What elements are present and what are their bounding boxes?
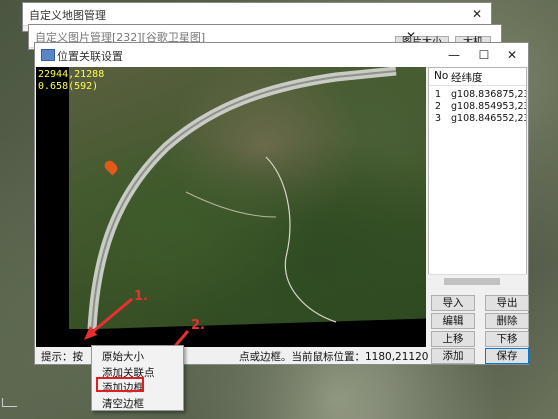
location-association-dialog: 位置关联设置 — ☐ ✕ 22944,21288 0.658(592) No 经… bbox=[34, 42, 529, 365]
list-item[interactable]: 2 g108.854953,23.58622 bbox=[429, 101, 526, 113]
row-latlng: g108.846552,23.59008 bbox=[451, 113, 526, 124]
association-list[interactable]: No 经纬度 1 g108.836875,23.57805 2 g108.854… bbox=[428, 67, 527, 287]
map-zoom-readout: 0.658(592) bbox=[38, 81, 99, 92]
status-bar: 提示：按 点或边框。当前鼠标位置：1180,21120 bbox=[41, 349, 428, 364]
menu-item-original-size[interactable]: 原始大小 bbox=[102, 349, 144, 364]
map-manager-titlebar: 自定义地图管理 ✕ bbox=[23, 3, 491, 26]
list-header-no: No bbox=[434, 70, 449, 82]
context-menu: 原始大小 添加关联点 添加边框 清空边框 bbox=[91, 345, 184, 411]
road-overlay bbox=[87, 67, 397, 330]
export-button[interactable]: 导出 bbox=[485, 295, 529, 311]
row-no: 2 bbox=[435, 101, 442, 112]
row-latlng: g108.854953,23.58622 bbox=[451, 101, 526, 112]
map-coordinate-readout: 22944,21288 bbox=[38, 69, 105, 80]
annotation-step-1: 1. bbox=[134, 289, 148, 304]
minimize-button[interactable]: — bbox=[440, 45, 468, 65]
app-icon bbox=[41, 49, 55, 61]
import-button[interactable]: 导入 bbox=[431, 295, 475, 311]
map-view[interactable]: 22944,21288 0.658(592) bbox=[36, 67, 426, 347]
move-up-button[interactable]: 上移 bbox=[431, 331, 475, 347]
list-header-latlng: 经纬度 bbox=[451, 72, 483, 84]
list-item[interactable]: 1 g108.836875,23.57805 bbox=[429, 89, 526, 101]
list-horizontal-scrollbar[interactable] bbox=[428, 274, 527, 288]
close-button[interactable]: ✕ bbox=[498, 45, 526, 65]
list-header: No 经纬度 bbox=[429, 68, 526, 86]
save-button[interactable]: 保存 bbox=[485, 348, 529, 364]
annotation-step-2: 2. bbox=[191, 318, 205, 333]
maximize-button[interactable]: ☐ bbox=[470, 45, 498, 65]
row-no: 1 bbox=[435, 89, 442, 100]
list-item[interactable]: 3 g108.846552,23.59008 bbox=[429, 113, 526, 125]
bottom-corner-mark bbox=[2, 398, 17, 407]
add-button[interactable]: 添加 bbox=[431, 348, 475, 364]
status-hint: 提示：按 bbox=[41, 351, 83, 363]
status-mouse-position: 点或边框。当前鼠标位置：1180,21120 bbox=[239, 351, 429, 363]
row-latlng: g108.836875,23.57805 bbox=[451, 89, 526, 100]
move-down-button[interactable]: 下移 bbox=[485, 331, 529, 347]
dialog-titlebar: 位置关联设置 — ☐ ✕ bbox=[35, 43, 528, 68]
delete-button[interactable]: 删除 bbox=[485, 313, 529, 329]
row-no: 3 bbox=[435, 113, 442, 124]
scrollbar-thumb[interactable] bbox=[444, 278, 500, 285]
map-manager-title: 自定义地图管理 bbox=[29, 9, 106, 22]
edit-button[interactable]: 编辑 bbox=[431, 313, 475, 329]
menu-highlight-box bbox=[96, 377, 144, 392]
dialog-title: 位置关联设置 bbox=[57, 50, 123, 63]
map-manager-close-button[interactable]: ✕ bbox=[463, 4, 491, 24]
menu-item-clear-border[interactable]: 清空边框 bbox=[102, 396, 144, 411]
